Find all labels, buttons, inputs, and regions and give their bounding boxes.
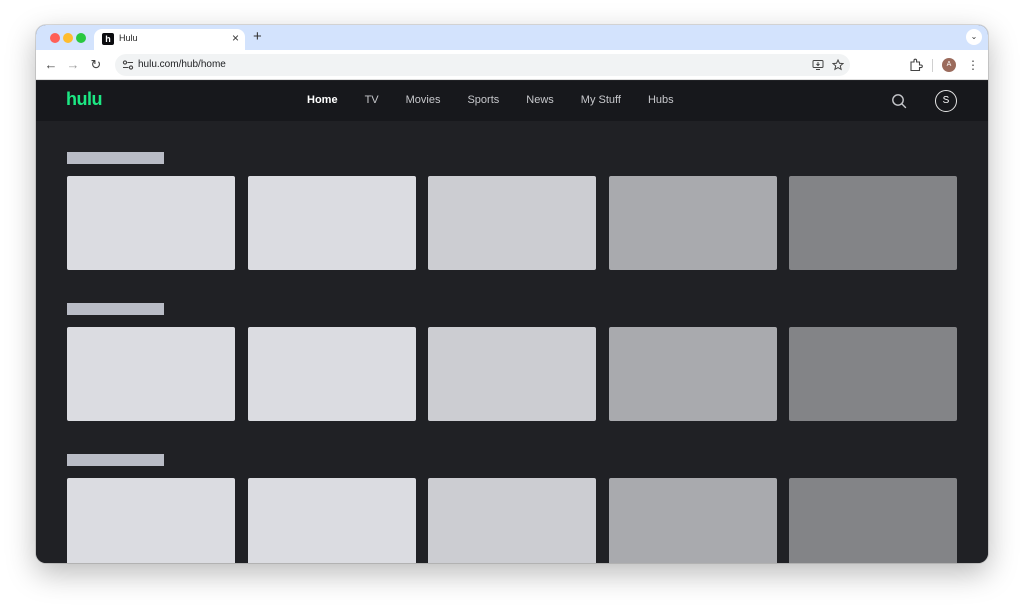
- tab-strip: h Hulu × + ⌄: [36, 25, 988, 50]
- row-title-placeholder: [67, 303, 164, 315]
- minimize-window-button[interactable]: [63, 33, 73, 43]
- content-tile-placeholder[interactable]: [248, 478, 416, 563]
- install-app-icon[interactable]: [812, 59, 824, 71]
- reload-button[interactable]: ↻: [88, 57, 104, 73]
- nav-sports[interactable]: Sports: [467, 94, 499, 106]
- search-icon[interactable]: [891, 93, 907, 109]
- row-title-placeholder: [67, 454, 164, 466]
- content-tile-placeholder[interactable]: [428, 176, 596, 270]
- tab-hulu[interactable]: h Hulu ×: [94, 29, 245, 50]
- nav-my-stuff[interactable]: My Stuff: [581, 94, 621, 106]
- tab-close-icon[interactable]: ×: [232, 31, 239, 45]
- hulu-logo[interactable]: hulu: [66, 89, 103, 110]
- hulu-header: hulu Home TV Movies Sports News My Stuff…: [36, 81, 988, 121]
- content-tile-placeholder[interactable]: [248, 176, 416, 270]
- tab-title: Hulu: [119, 33, 138, 43]
- address-bar[interactable]: hulu.com/hub/home: [115, 54, 850, 76]
- browser-profile-avatar[interactable]: A: [942, 58, 956, 72]
- content-tile-placeholder[interactable]: [609, 478, 777, 563]
- url-text: hulu.com/hub/home: [138, 59, 226, 70]
- nav-tv[interactable]: TV: [365, 94, 379, 106]
- content-tile-placeholder[interactable]: [609, 176, 777, 270]
- maximize-window-button[interactable]: [76, 33, 86, 43]
- content-tile-placeholder[interactable]: [789, 327, 957, 421]
- hulu-favicon-icon: h: [102, 33, 114, 45]
- extensions-puzzle-icon[interactable]: [909, 58, 923, 72]
- content-tile-placeholder[interactable]: [428, 478, 596, 563]
- tab-search-button[interactable]: ⌄: [966, 29, 982, 45]
- back-button[interactable]: ←: [43, 57, 59, 73]
- forward-button[interactable]: →: [65, 57, 81, 73]
- toolbar-divider: [932, 59, 933, 72]
- content-tile-placeholder[interactable]: [789, 478, 957, 563]
- browser-menu-icon[interactable]: ⋮: [967, 57, 979, 73]
- content-tile-placeholder[interactable]: [609, 327, 777, 421]
- content-tile-placeholder[interactable]: [67, 176, 235, 270]
- content-tile-placeholder[interactable]: [67, 478, 235, 563]
- content-tile-placeholder[interactable]: [67, 327, 235, 421]
- new-tab-button[interactable]: +: [253, 29, 262, 45]
- nav-home[interactable]: Home: [307, 94, 338, 106]
- close-window-button[interactable]: [50, 33, 60, 43]
- bookmark-star-icon[interactable]: [832, 59, 844, 71]
- content-tile-placeholder[interactable]: [789, 176, 957, 270]
- nav-news[interactable]: News: [526, 94, 554, 106]
- profile-button[interactable]: S: [935, 90, 957, 112]
- browser-window: h Hulu × + ⌄ ← → ↻ hulu.com/hub/home A ⋮…: [36, 25, 988, 563]
- nav-movies[interactable]: Movies: [406, 94, 441, 106]
- content-tile-placeholder[interactable]: [248, 327, 416, 421]
- nav-hubs[interactable]: Hubs: [648, 94, 674, 106]
- row-title-placeholder: [67, 152, 164, 164]
- content-tile-placeholder[interactable]: [428, 327, 596, 421]
- browser-toolbar: ← → ↻ hulu.com/hub/home A ⋮: [36, 50, 988, 80]
- main-nav: Home TV Movies Sports News My Stuff Hubs: [307, 94, 701, 106]
- site-settings-icon[interactable]: [121, 58, 135, 72]
- content-area: [36, 121, 988, 563]
